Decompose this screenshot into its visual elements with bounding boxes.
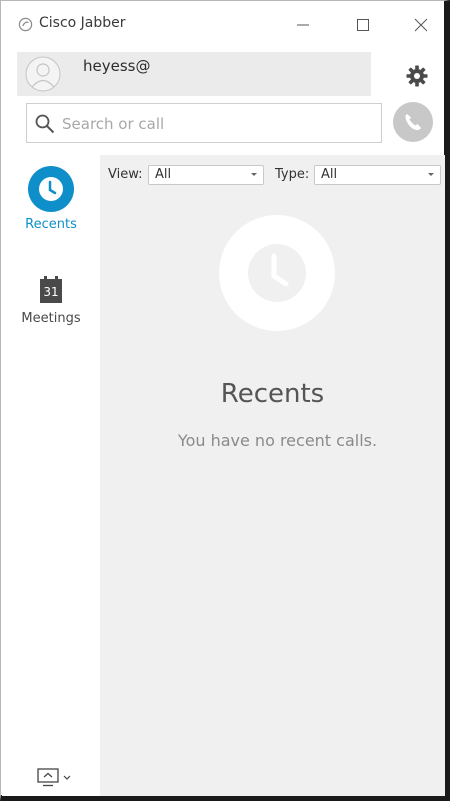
type-filter-value: All <box>321 167 338 182</box>
title-bar: Cisco Jabber <box>2 2 444 46</box>
side-navigation: Recents 31 Meetings <box>2 155 100 796</box>
jabber-logo-icon <box>18 17 33 32</box>
call-button[interactable] <box>393 102 433 142</box>
profile-area[interactable]: heyess@ <box>17 52 371 96</box>
default-user-avatar-icon[interactable] <box>25 56 61 92</box>
empty-recents-clock-icon <box>219 215 335 331</box>
view-filter-label: View: <box>108 167 143 182</box>
nav-item-recents[interactable]: Recents <box>2 165 100 232</box>
calendar-ring-left <box>44 276 47 281</box>
search-box[interactable] <box>26 103 382 143</box>
minimize-button[interactable] <box>288 11 318 39</box>
window-title: Cisco Jabber <box>39 15 126 31</box>
nav-item-meetings[interactable]: 31 Meetings <box>2 276 100 326</box>
chevron-down-icon <box>428 173 434 176</box>
type-filter-dropdown[interactable]: All <box>314 165 441 185</box>
calendar-icon: 31 <box>40 276 62 303</box>
calendar-ring-right <box>55 276 58 281</box>
empty-state-message: You have no recent calls. <box>177 431 378 450</box>
close-button[interactable] <box>406 11 436 39</box>
maximize-button[interactable] <box>348 11 378 39</box>
username: heyess@ <box>83 57 151 75</box>
gear-icon[interactable] <box>405 64 429 88</box>
chevron-down-icon <box>251 173 257 176</box>
view-filter-dropdown[interactable]: All <box>148 165 264 185</box>
recents-panel: View: All Type: All Recents You have no … <box>100 155 445 796</box>
view-filter-value: All <box>155 167 172 182</box>
type-filter-label: Type: <box>275 167 310 182</box>
clock-icon <box>28 166 74 212</box>
calendar-day: 31 <box>43 285 59 299</box>
screen-share-icon[interactable] <box>37 767 77 789</box>
app-window: Cisco Jabber heyess@ Search or call Rece… <box>0 0 450 801</box>
search-icon <box>35 114 55 134</box>
search-input[interactable] <box>60 111 374 137</box>
nav-label-meetings: Meetings <box>21 311 81 326</box>
empty-state-title: Recents <box>220 379 325 409</box>
nav-label-recents: Recents <box>25 217 77 232</box>
